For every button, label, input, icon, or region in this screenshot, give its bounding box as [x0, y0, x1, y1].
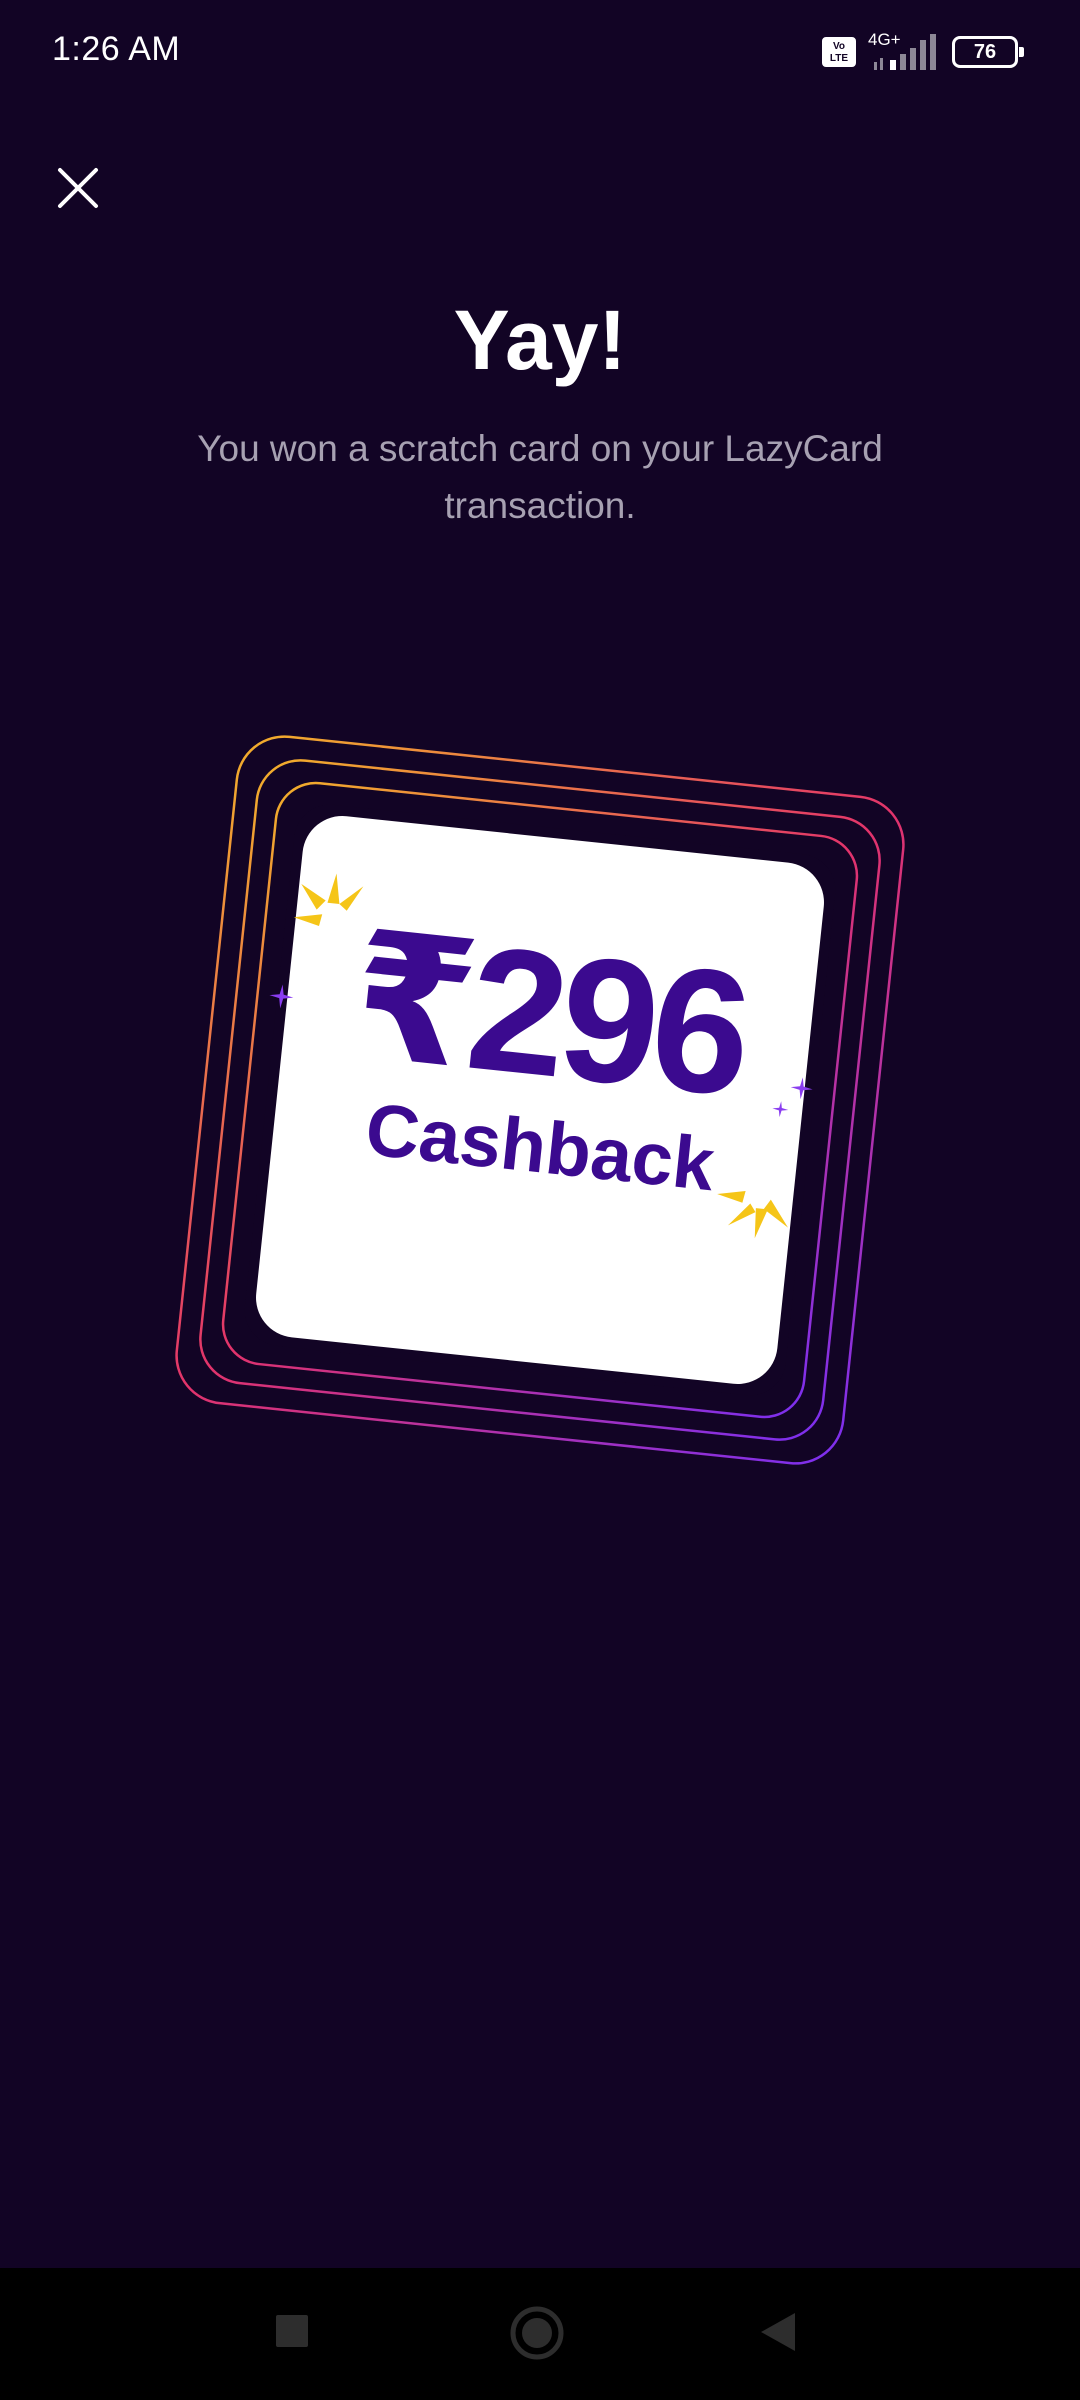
- sparkle-bottom-right-icon: [717, 1190, 789, 1239]
- back-button[interactable]: [737, 2298, 817, 2368]
- star-right-icon: [790, 1077, 813, 1100]
- battery-level: 76: [973, 41, 997, 63]
- scratch-card[interactable]: ₹296 Cashback: [140, 700, 940, 1500]
- navigation-bar: [0, 2268, 1080, 2400]
- signal-icon: [874, 34, 936, 70]
- screen: 1:26 AM Vo LTE 4G+ 76 Yay! You won a scr…: [0, 0, 1080, 2400]
- star-left-icon: [269, 984, 294, 1009]
- recents-button[interactable]: [252, 2298, 332, 2368]
- page-subtitle: You won a scratch card on your LazyCard …: [197, 428, 883, 526]
- sparkle-top-left-icon: [293, 873, 364, 926]
- star-small-icon: [772, 1101, 789, 1118]
- status-bar: 1:26 AM Vo LTE 4G+ 76: [0, 0, 1080, 105]
- status-time: 1:26 AM: [52, 30, 181, 68]
- triangle-back-icon: [761, 2313, 795, 2351]
- close-button[interactable]: [48, 158, 108, 218]
- square-icon: [276, 2315, 308, 2347]
- home-button[interactable]: [497, 2298, 577, 2368]
- close-icon: [58, 168, 98, 208]
- page-title: Yay!: [453, 293, 627, 387]
- battery-icon: 76: [952, 36, 1024, 68]
- volte-icon: Vo LTE: [822, 37, 856, 67]
- scratch-card-reward: ₹296 Cashback: [221, 870, 860, 1331]
- circle-icon: [510, 2306, 564, 2360]
- network-indicator: 4G+: [866, 30, 936, 72]
- status-icons: Vo LTE 4G+ 76: [822, 30, 1024, 74]
